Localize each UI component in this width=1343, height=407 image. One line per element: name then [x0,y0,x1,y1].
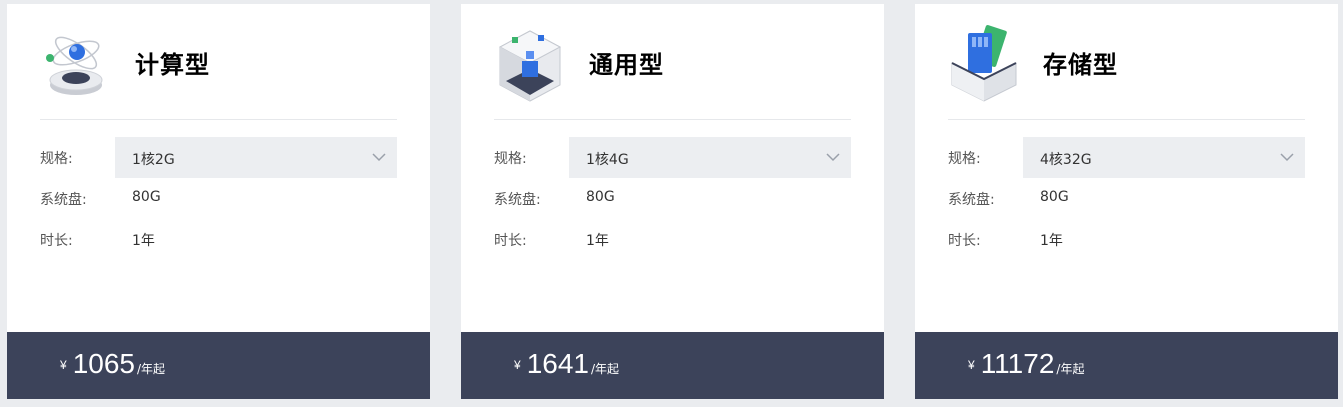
general-cube-icon [498,30,562,102]
card-header: 通用型 [494,23,851,119]
product-card-compute: 计算型 规格: 1核2G 系统盘: 80G 时长: 1年 ¥1065/年起 [7,4,430,399]
chevron-down-icon [372,153,386,162]
storage-card-icon [951,25,1017,102]
spec-label: 规格: [494,151,527,167]
disk-value: 80G [132,189,161,205]
currency-symbol: ¥ [60,358,67,372]
duration-value: 1年 [132,233,155,249]
chevron-down-icon [826,153,840,162]
disk-label: 系统盘: [948,192,995,208]
price: ¥1641/年起 [514,348,619,380]
spec-label: 规格: [948,151,981,167]
price-amount: 1065 [72,348,135,379]
spec-select-value: 4核32G [1040,152,1092,168]
spec-select[interactable]: 4核32G [1023,137,1305,178]
duration-value: 1年 [586,233,609,249]
price-unit: /年起 [1056,362,1085,376]
duration-value: 1年 [1040,233,1063,249]
spec-row: 规格: 4核32G [948,137,1305,178]
price: ¥11172/年起 [968,348,1084,380]
price: ¥1065/年起 [60,348,165,380]
spec-select[interactable]: 1核2G [115,137,397,178]
disk-row: 系统盘: 80G [494,178,851,218]
disk-label: 系统盘: [494,192,541,208]
divider [40,119,397,120]
card-header: 存储型 [948,23,1305,119]
product-card-storage: 存储型 规格: 4核32G 系统盘: 80G 时长: 1年 ¥11172/年起 [915,4,1338,399]
divider [494,119,851,120]
price-amount: 11172 [980,348,1055,379]
card-title: 存储型 [1043,51,1118,79]
spec-select-value: 1核4G [586,152,629,168]
price-bar[interactable]: ¥11172/年起 [915,332,1338,399]
duration-row: 时长: 1年 [948,219,1305,259]
product-card-general: 通用型 规格: 1核4G 系统盘: 80G 时长: 1年 ¥1641/年起 [461,4,884,399]
price-bar[interactable]: ¥1641/年起 [461,332,884,399]
currency-symbol: ¥ [968,358,975,372]
card-header: 计算型 [40,23,397,119]
duration-label: 时长: [494,233,527,249]
disk-value: 80G [586,189,615,205]
chevron-down-icon [1280,153,1294,162]
duration-row: 时长: 1年 [40,219,397,259]
card-title: 通用型 [589,51,664,79]
price-bar[interactable]: ¥1065/年起 [7,332,430,399]
disk-value: 80G [1040,189,1069,205]
spec-select[interactable]: 1核4G [569,137,851,178]
price-unit: /年起 [590,362,620,376]
spec-label: 规格: [40,151,73,167]
duration-label: 时长: [40,233,73,249]
currency-symbol: ¥ [514,358,521,372]
price-unit: /年起 [136,362,166,376]
spec-row: 规格: 1核4G [494,137,851,178]
disk-row: 系统盘: 80G [948,178,1305,218]
divider [948,119,1305,120]
compute-orbit-icon [46,36,103,95]
disk-label: 系统盘: [40,192,87,208]
spec-select-value: 1核2G [132,152,175,168]
disk-row: 系统盘: 80G [40,178,397,218]
price-amount: 1641 [526,348,589,379]
card-title: 计算型 [135,51,210,79]
duration-label: 时长: [948,233,981,249]
spec-row: 规格: 1核2G [40,137,397,178]
duration-row: 时长: 1年 [494,219,851,259]
